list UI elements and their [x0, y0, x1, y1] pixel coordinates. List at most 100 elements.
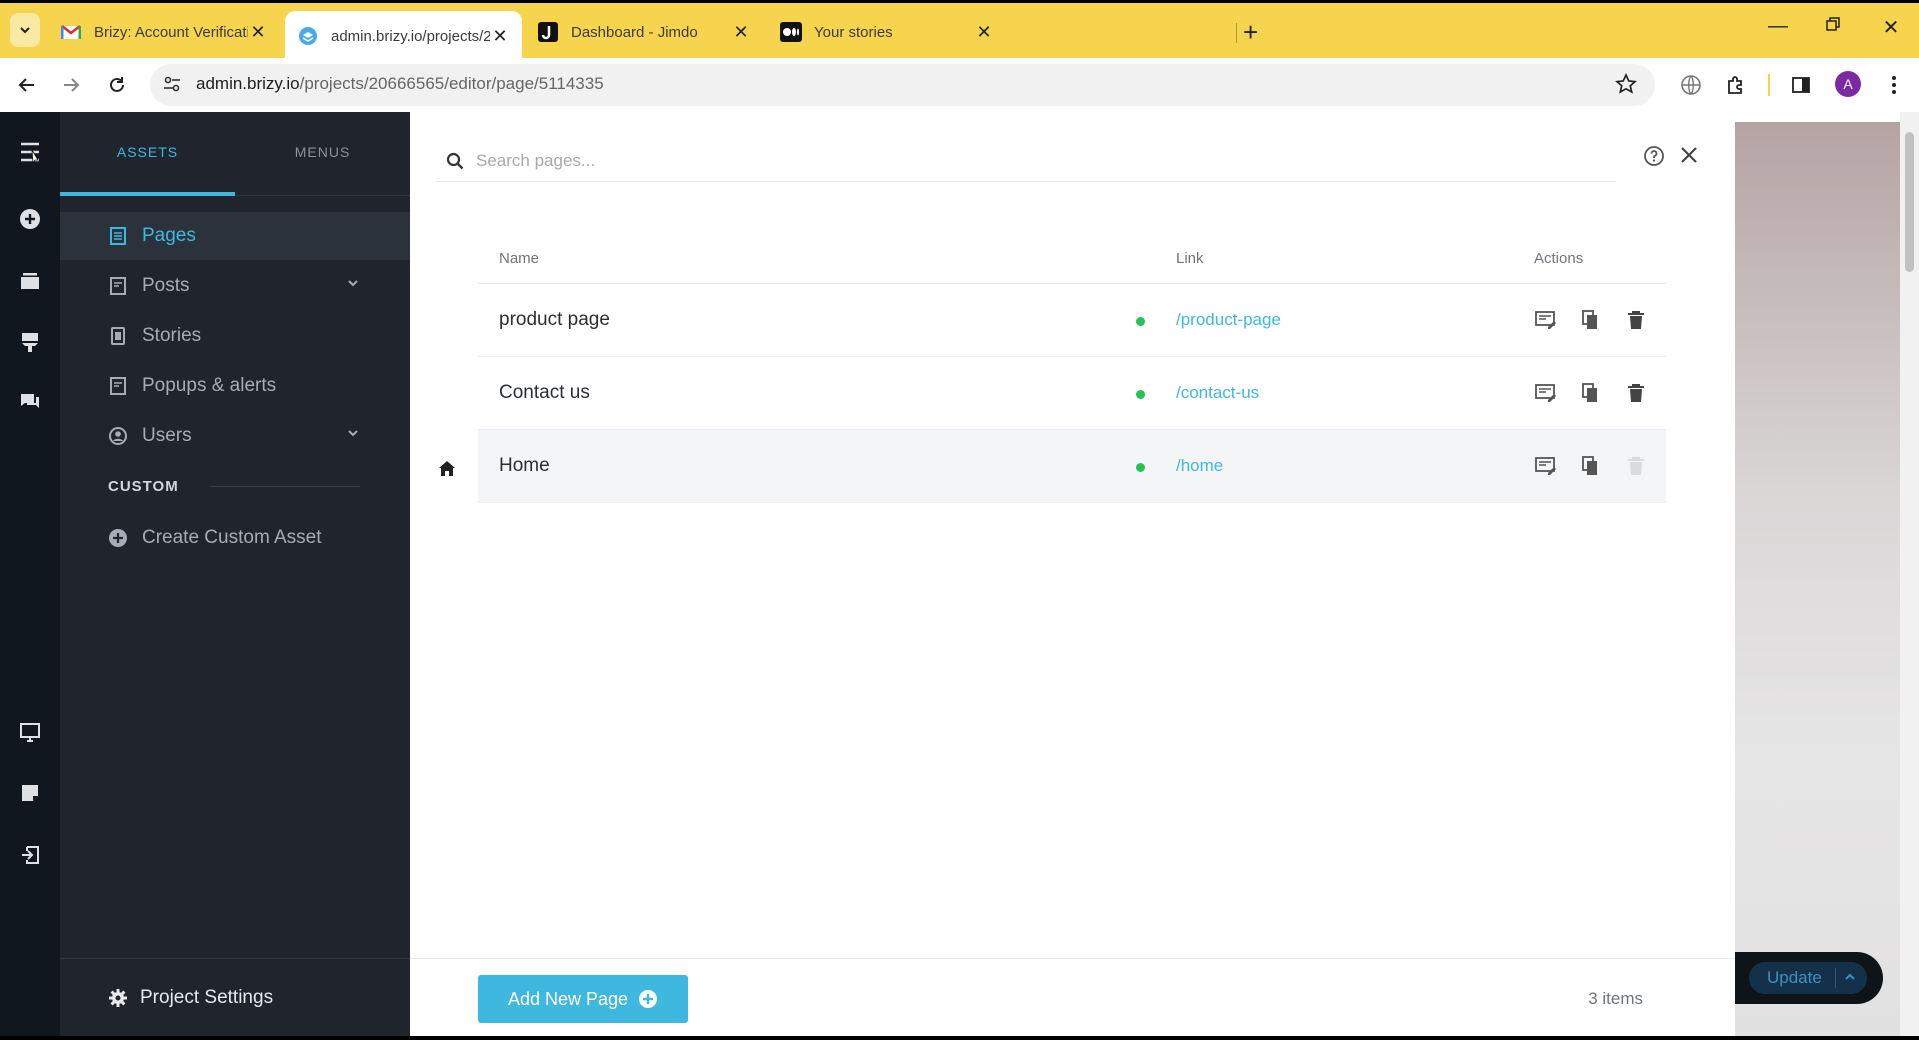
page-name: product page [499, 309, 610, 330]
reload-icon[interactable] [102, 70, 132, 100]
trash-icon[interactable] [1624, 381, 1648, 405]
back-arrow-icon[interactable] [12, 70, 42, 100]
paint-styling-icon[interactable] [15, 327, 45, 357]
page-link[interactable]: /contact-us [1176, 383, 1259, 403]
blocks-stack-icon[interactable] [15, 265, 45, 295]
search-input[interactable] [476, 148, 1576, 174]
chevron-down-icon [20, 27, 30, 34]
chevron-down-icon[interactable] [346, 426, 360, 440]
edit-settings-icon[interactable] [1534, 454, 1558, 478]
page-name: Contact us [499, 382, 590, 403]
tab-divider [1236, 23, 1237, 43]
tab-title: Your stories [814, 23, 893, 41]
sidebar-item-label: Pages [142, 225, 196, 246]
url-text: admin.brizy.io/projects/20666565/editor/… [196, 74, 604, 94]
chevron-down-icon[interactable] [346, 276, 360, 290]
window-close-icon[interactable]: ✕ [1876, 15, 1906, 40]
create-custom-asset-button[interactable]: Create Custom Asset [60, 514, 410, 562]
close-icon[interactable]: ✕ [248, 22, 268, 43]
table-row[interactable]: Contact us /contact-us [478, 357, 1666, 430]
trash-icon[interactable] [1624, 308, 1648, 332]
sidebar-item-posts[interactable]: Posts [60, 262, 410, 310]
sidebar-item-pages[interactable]: Pages [60, 212, 410, 260]
tab-jimdo[interactable]: Dashboard - Jimdo ✕ [525, 11, 763, 53]
user-icon [108, 426, 128, 446]
address-bar[interactable]: admin.brizy.io/projects/20666565/editor/… [150, 64, 1655, 106]
desktop-preview-icon[interactable] [15, 717, 45, 747]
tab-search-button[interactable] [10, 13, 40, 47]
sidebar-item-popups[interactable]: Popups & alerts [60, 362, 410, 410]
browser-menu-icon[interactable] [1880, 71, 1908, 99]
hamburger-menu-icon[interactable] [15, 137, 45, 167]
notes-icon[interactable] [15, 778, 45, 808]
restore-icon[interactable] [1818, 15, 1848, 38]
close-icon[interactable]: ✕ [731, 22, 751, 43]
sidebar-item-label: Popups & alerts [142, 375, 277, 396]
site-info-icon[interactable] [162, 74, 182, 99]
help-question-icon[interactable] [1643, 145, 1665, 167]
exit-editor-icon[interactable] [15, 840, 45, 870]
close-icon[interactable]: ✕ [974, 22, 994, 43]
brizy-icon [297, 25, 319, 47]
page-preview-canvas[interactable] [1735, 122, 1900, 1036]
brizy-editor: ASSETS MENUS Pages Posts Stories Popups … [0, 112, 1919, 1036]
page-link[interactable]: /product-page [1176, 310, 1281, 330]
update-toolbar: Update [1735, 952, 1883, 1004]
home-icon [439, 461, 455, 476]
translate-globe-icon[interactable] [1677, 71, 1705, 99]
table-row[interactable]: product page /product-page [478, 284, 1666, 357]
edit-settings-icon[interactable] [1534, 308, 1558, 332]
close-icon[interactable]: ✕ [490, 26, 510, 47]
pages-table: Name Link Actions product page /product-… [478, 222, 1666, 503]
page-link[interactable]: /home [1176, 456, 1223, 476]
tab-medium[interactable]: Your stories ✕ [768, 11, 1006, 53]
table-row[interactable]: Home /home [478, 430, 1666, 503]
duplicate-icon[interactable] [1578, 308, 1602, 332]
update-button[interactable]: Update [1749, 962, 1867, 994]
close-icon[interactable] [1678, 144, 1700, 166]
profile-avatar[interactable]: A [1835, 71, 1861, 97]
update-label: Update [1767, 968, 1822, 987]
editor-left-rail [0, 112, 60, 1036]
project-settings-button[interactable]: Project Settings [108, 987, 273, 1009]
tab-assets[interactable]: ASSETS [60, 144, 235, 160]
panel-tabs: ASSETS MENUS [60, 112, 410, 196]
custom-section-heading: CUSTOM [108, 478, 179, 495]
project-settings-label: Project Settings [140, 987, 274, 1008]
sidebar-item-stories[interactable]: Stories [60, 312, 410, 360]
scrollbar-thumb[interactable] [1905, 132, 1914, 272]
add-new-page-button[interactable]: Add New Page [478, 975, 688, 1023]
tab-menus[interactable]: MENUS [235, 144, 410, 160]
tab-title: Dashboard - Jimdo [571, 23, 698, 41]
duplicate-icon[interactable] [1578, 381, 1602, 405]
new-tab-plus-icon[interactable]: + [1243, 17, 1258, 47]
status-dot [1136, 463, 1145, 472]
bookmark-star-icon[interactable] [1614, 72, 1638, 100]
trash-icon-disabled [1624, 454, 1648, 478]
scrollbar[interactable] [1900, 112, 1919, 1036]
create-custom-asset-label: Create Custom Asset [142, 527, 322, 548]
extensions-puzzle-icon[interactable] [1722, 71, 1750, 99]
sidebar-item-label: Posts [142, 275, 190, 296]
panel-footer: Project Settings [60, 958, 410, 1036]
gmail-icon [60, 21, 82, 43]
forward-arrow-icon[interactable] [56, 70, 86, 100]
table-header: Name Link Actions [478, 222, 1666, 284]
edit-settings-icon[interactable] [1534, 381, 1558, 405]
pages-footer: Add New Page 3 items [410, 958, 1735, 1036]
column-header-name: Name [499, 250, 540, 267]
minimize-icon[interactable]: — [1763, 15, 1793, 38]
duplicate-icon[interactable] [1578, 454, 1602, 478]
tab-gmail[interactable]: Brizy: Account Verification - ann ✕ [48, 11, 280, 53]
chevron-up-icon[interactable] [1843, 968, 1857, 986]
assets-panel: ASSETS MENUS Pages Posts Stories Popups … [60, 112, 410, 1036]
page-icon [108, 276, 128, 296]
sidebar-item-users[interactable]: Users [60, 412, 410, 460]
add-new-page-label: Add New Page [507, 988, 629, 1009]
tab-brizy[interactable]: admin.brizy.io/projects/206665 ✕ [285, 11, 522, 61]
add-element-icon[interactable] [15, 204, 45, 234]
side-panel-icon[interactable] [1787, 71, 1815, 99]
comments-icon[interactable] [15, 387, 45, 417]
divider [210, 486, 360, 487]
add-circle-icon [639, 990, 658, 1008]
